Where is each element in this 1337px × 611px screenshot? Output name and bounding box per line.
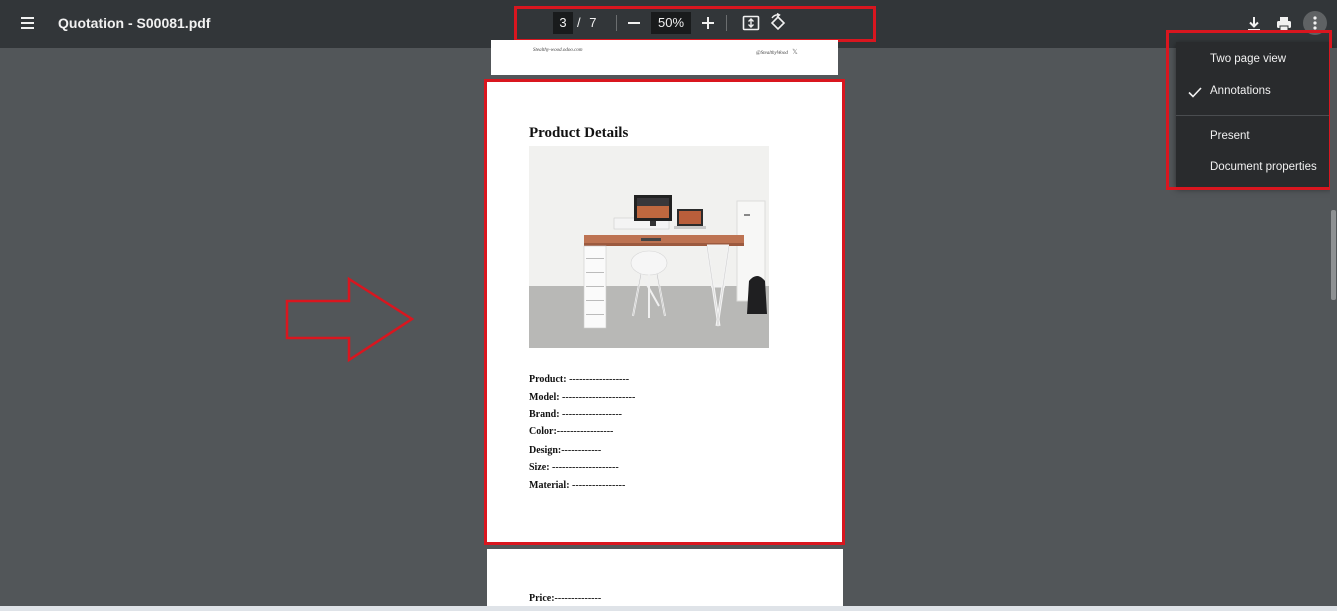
menu-item-annotations[interactable]: Annotations <box>1176 77 1332 107</box>
document-title: Quotation - S00081.pdf <box>58 15 211 31</box>
menu-item-present[interactable]: Present <box>1176 122 1332 152</box>
annotation-arrow-icon <box>285 276 415 363</box>
menu-item-two-page-view[interactable]: Two page view <box>1176 45 1332 75</box>
download-icon[interactable] <box>1244 14 1264 34</box>
more-options-button[interactable] <box>1303 11 1327 35</box>
checkmark-icon <box>1188 87 1202 98</box>
minus-icon[interactable] <box>624 12 644 34</box>
spec-product: Product: ------------------ <box>529 374 630 385</box>
vertical-scrollbar[interactable] <box>1330 48 1337 611</box>
pdf-page-next: Price:-------------- <box>487 549 843 611</box>
hamburger-menu-icon[interactable] <box>20 14 38 32</box>
pdf-page-current: Product Details Product: ---------------… <box>487 82 842 542</box>
menu-item-label: Annotations <box>1210 85 1271 97</box>
total-pages: 7 <box>589 15 597 30</box>
spec-price: Price:-------------- <box>529 593 602 604</box>
footer-handle-text: @StealthyWood <box>756 51 788 56</box>
zoom-level-input[interactable]: 50% <box>651 12 691 34</box>
spec-color: Color:----------------- <box>529 426 614 437</box>
more-options-menu: Two page view Annotations Present Docume… <box>1176 42 1332 187</box>
more-vert-icon <box>1313 16 1317 30</box>
spec-brand: Brand: ------------------ <box>529 409 623 420</box>
spec-size: Size: -------------------- <box>529 462 619 473</box>
toolbar-divider <box>726 15 727 31</box>
print-icon[interactable] <box>1274 14 1294 34</box>
spec-model: Model: ---------------------- <box>529 392 636 403</box>
menu-item-label: Document properties <box>1210 161 1317 173</box>
x-logo-icon: 𝕏 <box>792 48 798 56</box>
menu-item-label: Present <box>1210 130 1250 142</box>
menu-item-document-properties[interactable]: Document properties <box>1176 153 1332 183</box>
bottom-edge <box>0 606 1337 611</box>
menu-item-label: Two page view <box>1210 53 1287 65</box>
toolbar-divider <box>616 15 617 31</box>
desk-setup-photo <box>529 146 769 348</box>
pdf-page-previous: Stealthy-wood.odoo.com @StealthyWood 𝕏 <box>491 40 838 75</box>
footer-social-handle: @StealthyWood 𝕏 <box>756 48 798 56</box>
spec-design: Design:------------ <box>529 445 602 456</box>
menu-divider <box>1176 115 1332 116</box>
fit-to-page-icon[interactable] <box>741 13 761 33</box>
product-details-heading: Product Details <box>529 125 629 141</box>
spec-material: Material: ---------------- <box>529 480 626 491</box>
page-separator: / <box>577 15 581 30</box>
footer-website: Stealthy-wood.odoo.com <box>533 48 583 53</box>
scrollbar-thumb[interactable] <box>1331 210 1336 300</box>
page-number-input[interactable]: 3 <box>553 12 573 34</box>
page-count: / 7 <box>577 15 596 30</box>
plus-icon[interactable] <box>698 12 718 34</box>
rotate-icon[interactable] <box>768 13 788 33</box>
